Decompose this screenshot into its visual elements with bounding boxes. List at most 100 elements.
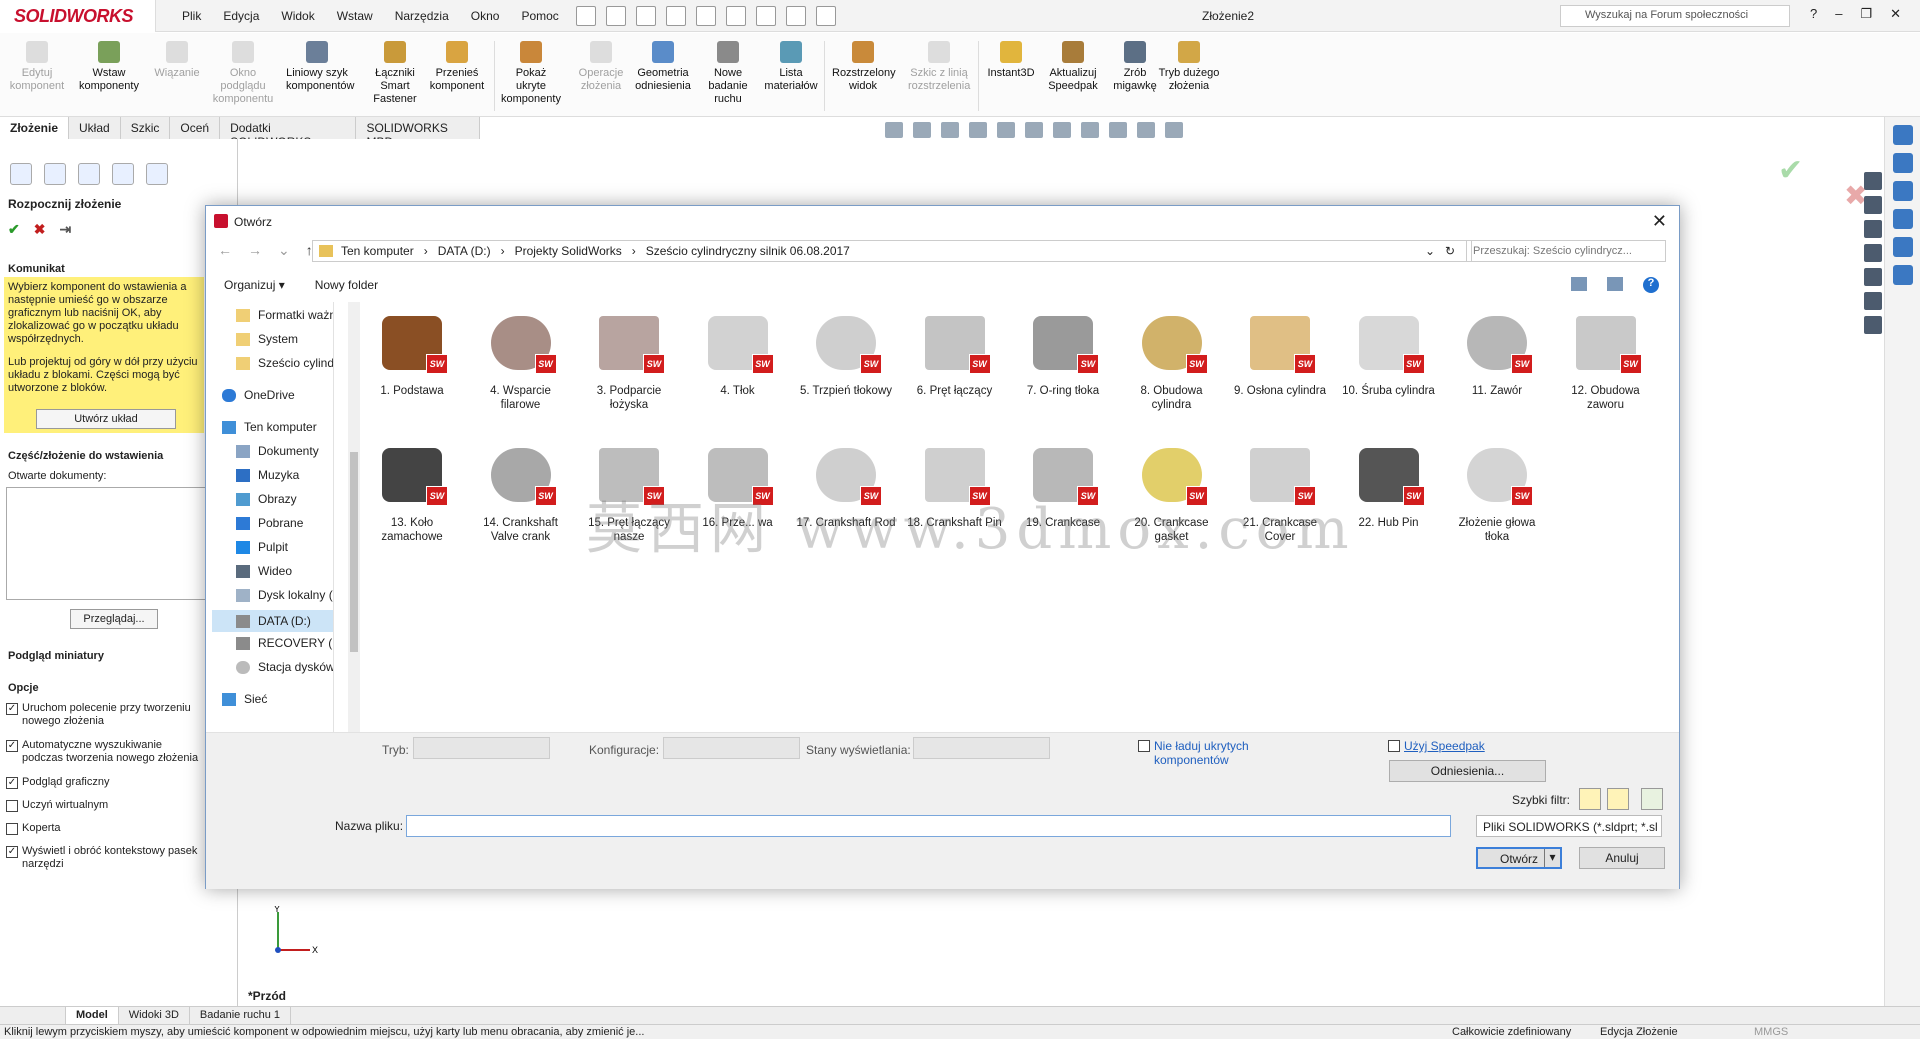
cancel-button[interactable]: Anuluj bbox=[1579, 847, 1665, 869]
hide-show-items-icon[interactable] bbox=[1081, 122, 1099, 138]
zoom-area-icon[interactable] bbox=[913, 122, 931, 138]
option-graphics-preview[interactable]: ✓ Podgląd graficzny bbox=[6, 776, 206, 789]
previous-view-icon[interactable] bbox=[941, 122, 959, 138]
dimxpert-tab-icon[interactable] bbox=[112, 163, 134, 185]
checkbox-make-virtual[interactable] bbox=[6, 800, 18, 812]
file-item[interactable]: SW 13. Koło zamachowe bbox=[362, 442, 462, 544]
file-properties-icon[interactable] bbox=[786, 6, 806, 26]
filter-drawings-icon[interactable] bbox=[1641, 788, 1663, 810]
cancel-x-icon[interactable]: ✖ bbox=[34, 221, 46, 238]
new-motion-study-button[interactable]: Nowe badanie ruchu bbox=[697, 37, 759, 117]
confirm-corner-check-icon[interactable]: ✔ bbox=[1778, 153, 1803, 188]
tab-szkic[interactable]: Szkic bbox=[120, 117, 171, 139]
open-documents-list[interactable] bbox=[6, 487, 206, 600]
dialog-help-icon[interactable]: ? bbox=[1643, 277, 1659, 293]
file-explorer-icon[interactable] bbox=[1892, 181, 1913, 201]
nav-item-onedrive[interactable]: OneDrive bbox=[222, 388, 295, 402]
nav-item[interactable]: Pulpit bbox=[236, 540, 288, 554]
tab-scroll-arrows[interactable] bbox=[0, 1007, 66, 1024]
section-view-icon[interactable] bbox=[969, 122, 987, 138]
palette-icon[interactable] bbox=[1864, 244, 1882, 262]
menu-item-pomoc[interactable]: Pomoc bbox=[521, 9, 558, 23]
nav-item[interactable]: Sześcio cylindryc bbox=[236, 356, 333, 370]
change-view-icon[interactable] bbox=[1571, 277, 1587, 291]
linear-component-pattern-button[interactable]: Liniowy szyk komponentów bbox=[286, 37, 355, 117]
use-speedpak-option[interactable]: Użyj Speedpak bbox=[1388, 739, 1485, 753]
tab-3d-views[interactable]: Widoki 3D bbox=[119, 1007, 190, 1024]
address-bar[interactable]: Ten komputer › DATA (D:) › Projekty SolidW… bbox=[312, 240, 1472, 262]
file-item[interactable]: SW 8. Obudowa cylindra bbox=[1122, 310, 1222, 412]
option-make-virtual[interactable]: Uczyń wirtualnym bbox=[6, 799, 206, 812]
open-button[interactable]: Otwórz ▾ bbox=[1476, 847, 1562, 869]
close-icon[interactable]: ✕ bbox=[1890, 6, 1901, 22]
property-manager-tab-icon[interactable] bbox=[44, 163, 66, 185]
take-snapshot-button[interactable]: Zrób migawkę bbox=[1104, 37, 1166, 117]
nav-item[interactable]: Stacja dysków Bl bbox=[236, 660, 333, 674]
update-speedpak-button[interactable]: Aktualizuj Speedpak bbox=[1042, 37, 1104, 117]
breadcrumb-1[interactable]: Ten komputer bbox=[341, 244, 414, 258]
nav-item[interactable]: RECOVERY (E:) bbox=[236, 636, 333, 650]
menu-item-narzedzia[interactable]: Narzędzia bbox=[395, 9, 449, 23]
save-icon[interactable] bbox=[636, 6, 656, 26]
view-settings-icon[interactable] bbox=[1165, 122, 1183, 138]
tab-ocen[interactable]: Oceń bbox=[170, 117, 221, 139]
file-item[interactable]: SW 14. Crankshaft Valve crank bbox=[471, 442, 571, 544]
dialog-search-input[interactable]: Przeszukaj: Sześcio cylindrycz... bbox=[1466, 240, 1666, 262]
file-item[interactable]: SW 6. Pręt łączący bbox=[905, 310, 1005, 398]
menu-item-widok[interactable]: Widok bbox=[281, 9, 314, 23]
solidworks-logo[interactable]: SOLIDWORKS bbox=[0, 0, 156, 32]
checkbox-envelope[interactable] bbox=[6, 823, 18, 835]
library-icon[interactable] bbox=[1864, 196, 1882, 214]
option-envelope[interactable]: Koperta bbox=[6, 822, 206, 835]
option-auto-browse[interactable]: ✓ Automatyczne wyszukiwanie podczas tworz… bbox=[6, 739, 206, 765]
display-style-icon[interactable] bbox=[1053, 122, 1071, 138]
checkbox-speedpak[interactable] bbox=[1388, 740, 1400, 752]
nav-item[interactable]: Formatki ważne bbox=[236, 308, 333, 322]
tab-model[interactable]: Model bbox=[66, 1007, 119, 1024]
home-icon[interactable] bbox=[1864, 172, 1882, 190]
apply-scene-icon[interactable] bbox=[1137, 122, 1155, 138]
edit-component-button[interactable]: Edytuj komponent bbox=[6, 37, 68, 117]
nav-scrollbar[interactable] bbox=[348, 302, 360, 732]
smart-fasteners-button[interactable]: Łączniki Smart Fastener bbox=[364, 37, 426, 117]
menu-item-plik[interactable]: Plik bbox=[182, 9, 201, 23]
open-file-icon[interactable] bbox=[606, 6, 626, 26]
nav-item[interactable]: Wideo bbox=[236, 564, 292, 578]
option-start-command[interactable]: ✓ Uruchom polecenie przy tworzeniu nowego… bbox=[6, 702, 206, 728]
dialog-close-icon[interactable]: ✕ bbox=[1652, 211, 1667, 232]
open-dropdown-icon[interactable]: ▾ bbox=[1544, 849, 1560, 867]
checkbox-auto-browse[interactable]: ✓ bbox=[6, 740, 18, 752]
view-palette-icon[interactable] bbox=[1892, 209, 1913, 229]
breadcrumb-2[interactable]: DATA (D:) bbox=[438, 244, 491, 258]
ok-check-icon[interactable]: ✔ bbox=[8, 221, 20, 238]
tab-zlozenie[interactable]: Złożenie bbox=[0, 117, 70, 139]
filename-input[interactable] bbox=[406, 815, 1451, 837]
dynamic-annotation-icon[interactable] bbox=[997, 122, 1015, 138]
menu-item-edycja[interactable]: Edycja bbox=[223, 9, 259, 23]
color-wheel-icon[interactable] bbox=[1864, 268, 1882, 286]
component-preview-window-button[interactable]: Okno podglądu komponentu bbox=[212, 37, 274, 117]
menu-item-okno[interactable]: Okno bbox=[471, 9, 500, 23]
restore-icon[interactable]: ❐ bbox=[1860, 6, 1872, 22]
insert-components-button[interactable]: Wstaw komponenty bbox=[78, 37, 140, 117]
file-item[interactable]: SW 3. Podparcie łożyska bbox=[579, 310, 679, 412]
checkbox-context-toolbar[interactable]: ✓ bbox=[6, 846, 18, 858]
forward-arrow-icon[interactable]: → bbox=[248, 242, 262, 259]
edit-appearance-icon[interactable] bbox=[1109, 122, 1127, 138]
pushpin-icon[interactable]: ⇥ bbox=[59, 221, 71, 238]
nav-item-network[interactable]: Sieć bbox=[222, 692, 267, 706]
mate-button[interactable]: Wiązanie bbox=[146, 37, 208, 117]
menu-item-wstaw[interactable]: Wstaw bbox=[337, 9, 373, 23]
file-item[interactable]: SW 1. Podstawa bbox=[362, 310, 462, 398]
configurations-select[interactable] bbox=[663, 737, 800, 759]
file-item[interactable]: SW 12. Obudowa zaworu bbox=[1556, 310, 1656, 412]
no-hidden-components-option[interactable]: Nie ładuj ukrytych komponentów bbox=[1138, 739, 1278, 767]
explorer-icon[interactable] bbox=[1864, 220, 1882, 238]
preview-pane-icon[interactable] bbox=[1607, 277, 1623, 291]
filter-parts-icon[interactable] bbox=[1579, 788, 1601, 810]
large-assembly-mode-button[interactable]: Tryb dużego złożenia bbox=[1158, 37, 1220, 117]
list-icon[interactable] bbox=[1864, 292, 1882, 310]
nav-item[interactable]: Dokumenty bbox=[236, 444, 319, 458]
print-icon[interactable] bbox=[666, 6, 686, 26]
help-icon[interactable]: ? bbox=[1810, 6, 1817, 22]
